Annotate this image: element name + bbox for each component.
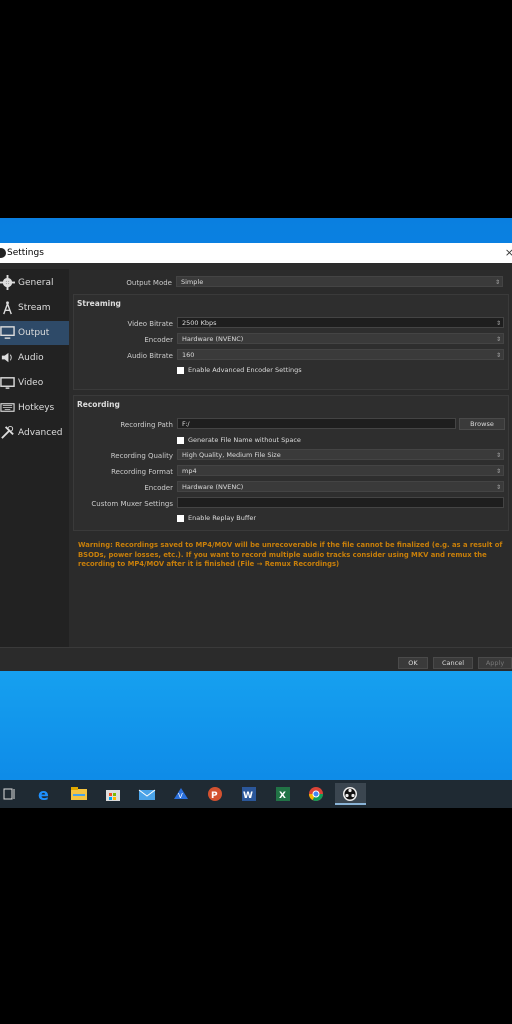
- recording-encoder-value: Hardware (NVENC): [182, 483, 244, 491]
- recording-group: Recording Recording Path F:/ Browse Gene…: [73, 395, 509, 531]
- output-mode-value: Simple: [181, 278, 204, 286]
- recording-encoder-label: Encoder: [144, 484, 173, 492]
- close-button[interactable]: ×: [505, 246, 512, 259]
- dialog-buttons: OK Cancel Apply: [0, 647, 512, 671]
- output-mode-select[interactable]: Simple ⇕: [176, 276, 503, 287]
- keyboard-icon: [0, 403, 15, 412]
- recording-path-value: F:/: [182, 420, 190, 428]
- settings-content: Output Mode Simple ⇕ Streaming Video Bit…: [72, 269, 510, 647]
- streaming-encoder-select[interactable]: Hardware (NVENC) ⇕: [177, 333, 504, 344]
- audio-bitrate-value: 160: [182, 351, 195, 359]
- taskbar: e V P W X: [0, 780, 512, 808]
- sidebar-item-label: General: [18, 278, 54, 288]
- video-bitrate-spinbox[interactable]: 2500 Kbps ⇕: [177, 317, 504, 328]
- recording-encoder-select[interactable]: Hardware (NVENC) ⇕: [177, 481, 504, 492]
- gear-icon: [0, 275, 15, 290]
- audio-bitrate-label: Audio Bitrate: [127, 352, 173, 360]
- custom-muxer-input[interactable]: [177, 497, 504, 508]
- video-bitrate-label: Video Bitrate: [127, 320, 173, 328]
- select-arrows-icon: ⇕: [495, 484, 501, 491]
- svg-text:W: W: [243, 791, 253, 801]
- streaming-encoder-label: Encoder: [144, 336, 173, 344]
- browse-button[interactable]: Browse: [459, 418, 505, 430]
- obs-icon[interactable]: [335, 783, 366, 805]
- sidebar-item-label: Hotkeys: [18, 403, 55, 413]
- store-icon[interactable]: [101, 783, 125, 805]
- svg-text:X: X: [279, 791, 286, 801]
- recording-quality-value: High Quality, Medium File Size: [182, 451, 281, 459]
- audio-bitrate-select[interactable]: 160 ⇕: [177, 349, 504, 360]
- sidebar-item-label: Video: [18, 378, 44, 388]
- powerpoint-icon[interactable]: P: [203, 783, 227, 805]
- recording-quality-select[interactable]: High Quality, Medium File Size ⇕: [177, 449, 504, 460]
- replay-buffer-label: Enable Replay Buffer: [188, 514, 256, 522]
- recording-format-value: mp4: [182, 467, 197, 475]
- task-view-icon[interactable]: [0, 783, 24, 805]
- recording-path-input[interactable]: F:/: [177, 418, 456, 429]
- svg-text:e: e: [38, 785, 49, 804]
- custom-muxer-label: Custom Muxer Settings: [91, 500, 173, 508]
- checkbox-box[interactable]: [177, 436, 184, 444]
- recording-format-select[interactable]: mp4 ⇕: [177, 465, 504, 476]
- select-arrows-icon: ⇕: [495, 452, 501, 459]
- monitor-icon: [0, 377, 15, 389]
- excel-icon[interactable]: X: [271, 783, 295, 805]
- advanced-encoder-label: Enable Advanced Encoder Settings: [188, 366, 302, 374]
- warning-text: Warning: Recordings saved to MP4/MOV wil…: [78, 541, 503, 568]
- chrome-icon[interactable]: [304, 783, 328, 805]
- streaming-group: Streaming Video Bitrate 2500 Kbps ⇕ Enco…: [73, 294, 509, 390]
- obs-icon: [0, 248, 6, 258]
- no-space-checkbox[interactable]: Generate File Name without Space: [177, 436, 301, 444]
- sidebar-item-stream[interactable]: Stream: [0, 296, 69, 320]
- replay-buffer-checkbox[interactable]: Enable Replay Buffer: [177, 514, 256, 522]
- checkbox-box[interactable]: [177, 514, 184, 522]
- sidebar-item-label: Output: [18, 328, 50, 338]
- output-icon: [0, 326, 15, 339]
- output-mode-label: Output Mode: [126, 279, 172, 287]
- recording-format-label: Recording Format: [111, 468, 173, 476]
- checkbox-box[interactable]: [177, 366, 184, 374]
- sidebar-item-label: Advanced: [18, 428, 63, 438]
- settings-window: Settings × General Stream Output Audio V…: [0, 243, 512, 671]
- file-explorer-icon[interactable]: [67, 783, 91, 805]
- streaming-encoder-value: Hardware (NVENC): [182, 335, 244, 343]
- word-icon[interactable]: W: [237, 783, 261, 805]
- antenna-icon: [3, 301, 12, 315]
- sidebar-item-label: Stream: [18, 303, 51, 313]
- recording-path-label: Recording Path: [120, 421, 173, 429]
- title-bar: Settings ×: [0, 243, 512, 263]
- recording-quality-label: Recording Quality: [110, 452, 173, 460]
- sidebar-item-advanced[interactable]: Advanced: [0, 421, 69, 445]
- vpn-icon[interactable]: V: [169, 783, 193, 805]
- select-arrows-icon: ⇕: [495, 336, 501, 343]
- select-arrows-icon: ⇕: [495, 352, 501, 359]
- video-bitrate-value: 2500 Kbps: [182, 319, 217, 327]
- sidebar: General Stream Output Audio Video Hotkey…: [0, 269, 69, 647]
- cancel-button[interactable]: Cancel: [433, 657, 473, 669]
- svg-text:P: P: [211, 791, 218, 801]
- sidebar-item-output[interactable]: Output: [0, 321, 69, 345]
- sidebar-item-label: Audio: [18, 353, 44, 363]
- advanced-encoder-checkbox[interactable]: Enable Advanced Encoder Settings: [177, 366, 302, 374]
- sidebar-item-hotkeys[interactable]: Hotkeys: [0, 396, 69, 420]
- no-space-label: Generate File Name without Space: [188, 436, 301, 444]
- ok-button[interactable]: OK: [398, 657, 428, 669]
- speaker-icon: [1, 352, 12, 363]
- recording-title: Recording: [77, 400, 120, 409]
- edge-icon[interactable]: e: [33, 783, 57, 805]
- spin-arrows-icon[interactable]: ⇕: [496, 318, 501, 329]
- window-title: Settings: [7, 248, 44, 258]
- sidebar-item-audio[interactable]: Audio: [0, 346, 69, 370]
- streaming-title: Streaming: [77, 299, 121, 308]
- sidebar-item-general[interactable]: General: [0, 271, 69, 295]
- tools-icon: [1, 425, 14, 439]
- select-arrows-icon: ⇕: [494, 279, 500, 286]
- select-arrows-icon: ⇕: [495, 468, 501, 475]
- sidebar-item-video[interactable]: Video: [0, 371, 69, 395]
- svg-text:V: V: [178, 792, 183, 800]
- apply-button[interactable]: Apply: [478, 657, 512, 669]
- mail-icon[interactable]: [135, 783, 159, 805]
